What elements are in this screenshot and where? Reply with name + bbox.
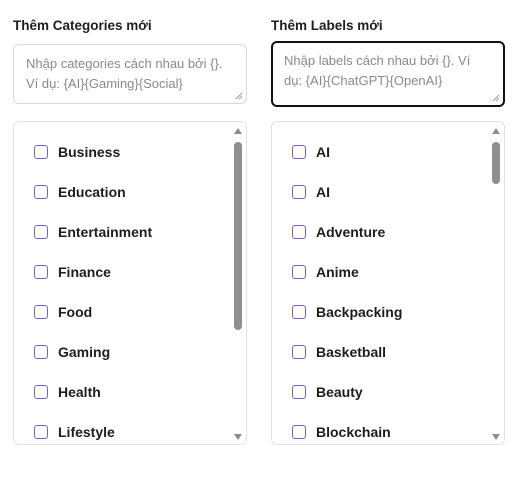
category-item-food[interactable]: Food [34, 302, 92, 322]
checkbox[interactable] [34, 145, 48, 159]
category-item-health[interactable]: Health [34, 382, 101, 402]
scroll-up-icon[interactable] [234, 128, 242, 134]
label-label: Backpacking [316, 304, 403, 320]
category-label: Food [58, 304, 93, 320]
label-item-backpacking[interactable]: Backpacking [292, 302, 402, 322]
labels-heading: Thêm Labels mới [271, 18, 383, 33]
checkbox[interactable] [292, 265, 306, 279]
category-item-education[interactable]: Education [34, 182, 126, 202]
checkbox[interactable] [34, 305, 48, 319]
labels-scrollbar[interactable] [491, 126, 501, 442]
labels-placeholder-line1: Nhập labels cách nhau bởi {}. Ví [284, 53, 471, 68]
checkbox[interactable] [292, 425, 306, 439]
categories-placeholder-line2: Ví dụ: {AI}{Gaming}{Social} [26, 76, 183, 91]
category-label: Gaming [58, 344, 111, 360]
label-label: Adventure [316, 224, 386, 240]
checkbox[interactable] [34, 345, 48, 359]
checkbox[interactable] [292, 385, 306, 399]
label-item-ai-duplicate[interactable]: AI [292, 182, 330, 202]
scroll-down-icon[interactable] [492, 434, 500, 440]
resize-grip-icon[interactable] [492, 94, 500, 102]
label-label: Anime [316, 264, 359, 280]
categories-placeholder-line1: Nhập categories cách nhau bởi {}. [26, 56, 223, 71]
scroll-thumb[interactable] [492, 142, 500, 184]
categories-scrollbar[interactable] [233, 126, 243, 442]
label-item-ai[interactable]: AI [292, 142, 330, 162]
category-item-lifestyle[interactable]: Lifestyle [34, 422, 115, 442]
labels-input[interactable]: Nhập labels cách nhau bởi {}. Ví dụ: {AI… [271, 41, 505, 107]
label-item-adventure[interactable]: Adventure [292, 222, 385, 242]
checkbox[interactable] [292, 185, 306, 199]
checkbox[interactable] [34, 225, 48, 239]
categories-heading: Thêm Categories mới [13, 18, 152, 33]
labels-checkbox-list[interactable]: AI AI Adventure Anime Backpacking Basket… [271, 121, 505, 445]
scroll-thumb[interactable] [234, 142, 242, 330]
checkbox[interactable] [292, 145, 306, 159]
categories-input[interactable]: Nhập categories cách nhau bởi {}. Ví dụ:… [13, 44, 247, 104]
category-label: Lifestyle [58, 424, 115, 440]
scroll-up-icon[interactable] [492, 128, 500, 134]
category-item-gaming[interactable]: Gaming [34, 342, 110, 362]
category-label: Health [58, 384, 101, 400]
checkbox[interactable] [34, 385, 48, 399]
categories-checkbox-list[interactable]: Business Education Entertainment Finance… [13, 121, 247, 445]
label-label: Blockchain [316, 424, 391, 440]
checkbox[interactable] [292, 305, 306, 319]
label-item-beauty[interactable]: Beauty [292, 382, 363, 402]
checkbox[interactable] [292, 225, 306, 239]
category-item-entertainment[interactable]: Entertainment [34, 222, 152, 242]
category-item-business[interactable]: Business [34, 142, 120, 162]
label-label: Basketball [316, 344, 387, 360]
resize-grip-icon[interactable] [235, 92, 243, 100]
checkbox[interactable] [34, 425, 48, 439]
category-label: Education [58, 184, 126, 200]
label-label: Beauty [316, 384, 363, 400]
label-item-blockchain[interactable]: Blockchain [292, 422, 391, 442]
category-item-finance[interactable]: Finance [34, 262, 111, 282]
label-label: AI [316, 144, 330, 160]
label-label: AI [316, 184, 330, 200]
checkbox[interactable] [34, 265, 48, 279]
checkbox[interactable] [292, 345, 306, 359]
category-label: Entertainment [58, 224, 153, 240]
scroll-down-icon[interactable] [234, 434, 242, 440]
labels-placeholder-line2: dụ: {AI}{ChatGPT}{OpenAI} [284, 73, 443, 88]
category-label: Finance [58, 264, 111, 280]
label-item-basketball[interactable]: Basketball [292, 342, 386, 362]
label-item-anime[interactable]: Anime [292, 262, 359, 282]
checkbox[interactable] [34, 185, 48, 199]
category-label: Business [58, 144, 121, 160]
